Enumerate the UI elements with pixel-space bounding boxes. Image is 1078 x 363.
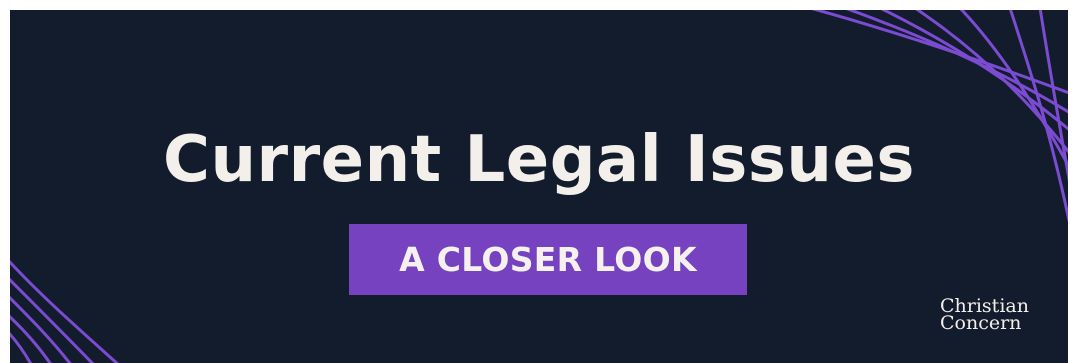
banner: Current Legal Issues A CLOSER LOOK Chris… [10,10,1068,363]
logo-line-2: Concern [940,312,1022,334]
bottom-left-swoosh [10,259,119,363]
banner-title: Current Legal Issues [163,123,915,197]
christian-concern-logo: Christian Concern [940,297,1040,334]
banner-subtitle: A CLOSER LOOK [399,240,697,279]
subtitle-badge: A CLOSER LOOK [349,224,747,295]
